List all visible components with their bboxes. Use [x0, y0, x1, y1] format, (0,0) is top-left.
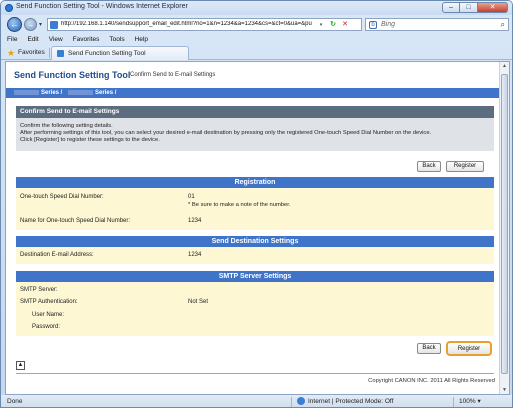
footer-divider — [16, 373, 494, 374]
back-button[interactable]: ← — [7, 17, 22, 32]
panel-line-1: Confirm the following setting details. — [20, 123, 113, 129]
tool-title: Send Function Setting Tool — [14, 70, 131, 80]
stop-icon[interactable]: ✕ — [340, 20, 350, 30]
panel-title: Confirm Send to E-mail Settings — [16, 106, 494, 118]
zoom-dropdown-icon[interactable]: ▾ — [477, 398, 480, 405]
zoom-control[interactable]: 100% ▾ — [459, 395, 481, 407]
password-label: Password: — [32, 324, 61, 330]
breadcrumb-series-a: Series / — [41, 90, 63, 96]
email-label: Destination E-mail Address: — [20, 252, 94, 258]
menu-file[interactable]: File — [7, 34, 17, 45]
speed-dial-value: 01 — [188, 194, 195, 200]
search-engine-label: Bing — [381, 21, 396, 28]
status-separator-2 — [453, 397, 454, 407]
zoom-level: 100% — [459, 398, 476, 405]
page-viewport: Send Function Setting Tool Confirm Send … — [5, 61, 510, 395]
redacted-series-b — [68, 89, 94, 95]
status-separator — [291, 397, 292, 407]
scroll-down-icon[interactable]: ▼ — [501, 387, 508, 393]
forward-button[interactable]: → — [24, 18, 37, 31]
speed-dial-name-label: Name for One-touch Speed Dial Number: — [20, 218, 131, 224]
speed-dial-label: One-touch Speed Dial Number: — [20, 194, 104, 200]
smtp-server-label: SMTP Server: — [20, 287, 58, 293]
tab-page-icon — [57, 50, 64, 57]
window-controls: – □ ✕ — [442, 2, 508, 13]
favorites-bar: ★ Favorites Send Function Setting Tool — [1, 45, 512, 60]
security-zone-label: Internet | Protected Mode: Off — [308, 398, 394, 405]
security-zone[interactable]: Internet | Protected Mode: Off — [297, 395, 394, 407]
redacted-series-a — [14, 89, 39, 95]
speed-dial-name-value: 1234 — [188, 218, 202, 224]
register-button-bottom[interactable]: Register — [446, 341, 492, 356]
back-button-bottom[interactable]: Back — [417, 343, 441, 354]
title-bar: Send Function Setting Tool - Windows Int… — [1, 1, 512, 15]
favorites-separator — [49, 48, 50, 58]
smtp-heading: SMTP Server Settings — [16, 271, 494, 282]
page-header: Send Function Setting Tool Confirm Send … — [6, 62, 509, 88]
menu-view[interactable]: View — [49, 34, 63, 45]
search-icon[interactable]: ⌕ — [501, 20, 505, 30]
window-title: Send Function Setting Tool - Windows Int… — [16, 3, 188, 10]
menu-help[interactable]: Help — [135, 34, 148, 45]
bing-icon: b — [369, 21, 377, 29]
favorites-button[interactable]: ★ Favorites — [7, 47, 45, 58]
favorites-label: Favorites — [18, 49, 45, 56]
panel-body: Confirm the following setting details. A… — [16, 118, 494, 151]
smtp-section: SMTP Server: SMTP Authentication: Not Se… — [16, 282, 494, 336]
scroll-to-top-icon[interactable]: ▲ — [16, 361, 25, 370]
user-name-label: User Name: — [32, 312, 65, 318]
registration-section: One-touch Speed Dial Number: 01 * Be sur… — [16, 188, 494, 230]
refresh-icon[interactable]: ↻ — [328, 20, 338, 30]
email-value: 1234 — [188, 252, 202, 258]
confirm-panel: Confirm Send to E-mail Settings Confirm … — [16, 106, 494, 151]
ie-logo-icon — [5, 4, 13, 12]
maximize-button[interactable]: □ — [460, 2, 478, 13]
menu-favorites[interactable]: Favorites — [73, 34, 100, 45]
minimize-button[interactable]: – — [442, 2, 460, 13]
address-bar[interactable]: http://192.168.1.140/sendsupport_email_e… — [47, 18, 362, 31]
menu-edit[interactable]: Edit — [27, 34, 38, 45]
speed-dial-note: * Be sure to make a note of the number. — [188, 202, 291, 208]
star-icon: ★ — [7, 47, 16, 58]
history-dropdown-icon[interactable]: ▾ — [39, 21, 42, 28]
page-icon — [50, 21, 58, 29]
breadcrumb-series-b: Series / — [95, 90, 117, 96]
globe-icon — [297, 397, 305, 406]
vertical-scrollbar[interactable]: ▲ ▼ — [499, 62, 509, 394]
register-button-top[interactable]: Register — [446, 161, 484, 172]
registration-heading: Registration — [16, 177, 494, 188]
status-bar: Done Internet | Protected Mode: Off 100%… — [1, 395, 512, 407]
tab-title: Send Function Setting Tool — [68, 50, 146, 57]
breadcrumb: Series / Series / — [6, 88, 509, 98]
page-subtitle: Confirm Send to E-mail Settings — [130, 72, 216, 78]
back-button-top[interactable]: Back — [417, 161, 441, 172]
scrollbar-thumb[interactable] — [501, 74, 508, 374]
address-url[interactable]: http://192.168.1.140/sendsupport_email_e… — [61, 21, 321, 27]
close-button[interactable]: ✕ — [478, 2, 508, 13]
panel-line-3: Click [Register] to register these setti… — [20, 137, 160, 143]
smtp-auth-label: SMTP Authentication: — [20, 299, 78, 305]
scroll-up-icon[interactable]: ▲ — [501, 63, 508, 69]
smtp-auth-value: Not Set — [188, 299, 209, 305]
status-text: Done — [7, 398, 23, 405]
menu-bar: File Edit View Favorites Tools Help — [1, 34, 512, 45]
menu-tools[interactable]: Tools — [109, 34, 124, 45]
copyright: Copyright CANON INC. 2011 All Rights Res… — [368, 378, 495, 384]
search-box[interactable]: b Bing ⌕ — [365, 18, 509, 31]
address-row: ← → ▾ http://192.168.1.140/sendsupport_e… — [1, 16, 512, 34]
destination-heading: Send Destination Settings — [16, 236, 494, 247]
destination-section: Destination E-mail Address: 1234 — [16, 247, 494, 264]
browser-tab[interactable]: Send Function Setting Tool — [51, 46, 189, 60]
address-dropdown-icon[interactable]: ▾ — [316, 20, 326, 30]
panel-line-2: After performing settings of this tool, … — [20, 130, 432, 136]
browser-window: Send Function Setting Tool - Windows Int… — [0, 0, 513, 408]
